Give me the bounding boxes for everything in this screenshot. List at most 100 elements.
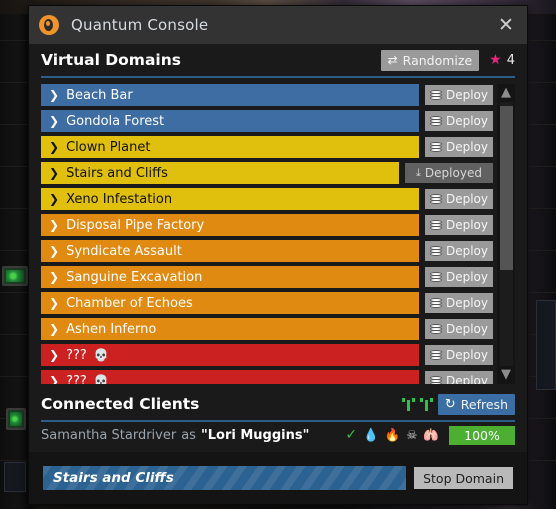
water-drop-icon: 💧	[363, 426, 379, 442]
deploy-button[interactable]: Deploy	[425, 111, 493, 131]
coin-stack-icon	[429, 115, 442, 127]
active-domain-footer: Stairs and Cliffs Stop Domain	[29, 452, 527, 504]
domain-name-label: Clown Planet	[66, 139, 151, 155]
deployed-status-button: ⤓ Deployed	[405, 163, 493, 183]
domain-name-label: Chamber of Echoes	[66, 295, 193, 311]
coin-stack-icon	[429, 245, 442, 257]
domain-name-button[interactable]: ❯ Sanguine Excavation	[41, 266, 419, 288]
connected-clients-title: Connected Clients	[41, 395, 200, 413]
domain-name-label: Sanguine Excavation	[66, 269, 203, 285]
scrollbar-track[interactable]	[499, 102, 513, 366]
flame-icon: 🔥	[384, 426, 401, 442]
antenna-icon	[419, 397, 433, 411]
refresh-button[interactable]: ↻ Refresh	[437, 393, 515, 415]
close-icon[interactable]: ✕	[491, 10, 521, 40]
domain-row: ❯ Syndicate Assault Deploy	[41, 240, 493, 262]
domain-row: ❯ Clown Planet Deploy	[41, 136, 493, 158]
domain-name-button[interactable]: ❯ Disposal Pipe Factory	[41, 214, 419, 236]
chevron-right-icon: ❯	[49, 114, 60, 128]
refresh-label: Refresh	[460, 396, 508, 412]
domain-name-button[interactable]: ❯??? 💀	[41, 344, 419, 366]
domain-row: ❯ Chamber of Echoes Deploy	[41, 292, 493, 314]
deploy-button-label: Deploy	[445, 296, 489, 310]
domain-list: ❯ Beach Bar Deploy ❯ Gondola Forest Deploy ❯ Cl…	[41, 84, 493, 384]
star-count: 4	[506, 52, 515, 68]
deploy-button-label: Deploy	[445, 270, 489, 284]
domain-name-button[interactable]: ❯ Stairs and Cliffs	[41, 162, 399, 184]
randomize-label: Randomize	[402, 52, 473, 68]
window-title-bar: Quantum Console ✕	[29, 6, 527, 44]
antenna-icon	[401, 397, 415, 411]
chevron-right-icon: ❯	[49, 296, 60, 310]
deploy-button-label: Deploy	[445, 374, 489, 384]
domain-list-scrollbar[interactable]: ▲ ▼	[497, 84, 515, 384]
domain-row: ❯??? 💀 Deploy	[41, 344, 493, 366]
domain-row: ❯ Ashen Inferno Deploy	[41, 318, 493, 340]
chevron-right-icon: ❯	[49, 244, 60, 258]
quantum-console-window: Quantum Console ✕ Virtual Domains ⇄ Rand…	[28, 5, 528, 505]
virtual-domains-header: Virtual Domains ⇄ Randomize ★ 4	[41, 44, 515, 78]
client-alias: "Lori Muggins"	[200, 427, 310, 443]
domain-name-label: Syndicate Assault	[66, 243, 182, 259]
shuffle-icon: ⇄	[387, 53, 398, 67]
download-icon: ⤓	[416, 166, 421, 179]
deploy-button[interactable]: Deploy	[425, 137, 493, 157]
deploy-button[interactable]: Deploy	[425, 319, 493, 339]
virtual-domains-title: Virtual Domains	[41, 51, 181, 69]
domain-name-button[interactable]: ❯ Clown Planet	[41, 136, 419, 158]
bones-icon: ☠	[406, 426, 418, 442]
deploy-button[interactable]: Deploy	[425, 189, 493, 209]
domain-name-label: Disposal Pipe Factory	[66, 217, 205, 233]
deploy-button[interactable]: Deploy	[425, 267, 493, 287]
window-title: Quantum Console	[71, 16, 209, 34]
background-monitor-icon	[6, 408, 26, 430]
domain-name-button[interactable]: ❯ Gondola Forest	[41, 110, 419, 132]
deploy-button[interactable]: Deploy	[425, 85, 493, 105]
client-list-item[interactable]: Samantha Stardriver as "Lori Muggins" ✓ …	[41, 422, 515, 448]
client-status-icons: ✓ 💧 🔥 ☠ 🫁 100%	[345, 425, 515, 445]
domain-name-label: Stairs and Cliffs	[66, 165, 168, 181]
chevron-right-icon: ❯	[49, 374, 60, 384]
chevron-right-icon: ❯	[49, 140, 60, 154]
chevron-right-icon: ❯	[49, 348, 60, 362]
scrollbar-thumb[interactable]	[499, 106, 513, 270]
domain-row: ❯ Xeno Infestation Deploy	[41, 188, 493, 210]
domain-name-button[interactable]: ❯??? 💀	[41, 370, 419, 384]
chevron-down-icon[interactable]: ▼	[497, 366, 515, 384]
skull-icon: 💀	[93, 374, 109, 384]
domain-row: ❯ Beach Bar Deploy	[41, 84, 493, 106]
stop-domain-button[interactable]: Stop Domain	[414, 467, 513, 489]
background-panel	[536, 300, 556, 390]
randomize-button[interactable]: ⇄ Randomize	[380, 49, 480, 71]
domain-row: ❯ Disposal Pipe Factory Deploy	[41, 214, 493, 236]
coin-stack-icon	[429, 141, 442, 153]
deploy-button[interactable]: Deploy	[425, 215, 493, 235]
deploy-button-label: Deploy	[445, 244, 489, 258]
chevron-right-icon: ❯	[49, 166, 60, 180]
domain-name-button[interactable]: ❯ Syndicate Assault	[41, 240, 419, 262]
domain-name-button[interactable]: ❯ Xeno Infestation	[41, 188, 419, 210]
chevron-right-icon: ❯	[49, 270, 60, 284]
deploy-button[interactable]: Deploy	[425, 293, 493, 313]
deploy-button-label: Deploy	[445, 140, 489, 154]
deploy-button-label: Deploy	[445, 88, 489, 102]
domain-list-wrap: ❯ Beach Bar Deploy ❯ Gondola Forest Deploy ❯ Cl…	[41, 78, 515, 386]
check-icon: ✓	[345, 427, 358, 443]
domain-name-button[interactable]: ❯ Ashen Inferno	[41, 318, 419, 340]
domain-name-button[interactable]: ❯ Beach Bar	[41, 84, 419, 106]
deploy-button-label: Deployed	[424, 166, 482, 180]
deploy-button[interactable]: Deploy	[425, 241, 493, 261]
background-monitor-icon	[2, 266, 28, 286]
domain-name-button[interactable]: ❯ Chamber of Echoes	[41, 292, 419, 314]
chevron-up-icon[interactable]: ▲	[497, 84, 515, 102]
chevron-right-icon: ❯	[49, 192, 60, 206]
coin-stack-icon	[429, 219, 442, 231]
client-health-bar: 100%	[449, 425, 515, 445]
lungs-icon: 🫁	[423, 426, 439, 442]
chevron-right-icon: ❯	[49, 322, 60, 336]
deploy-button[interactable]: Deploy	[425, 371, 493, 384]
star-icon: ★	[489, 52, 502, 68]
deploy-button[interactable]: Deploy	[425, 345, 493, 365]
refresh-icon: ↻	[444, 396, 456, 412]
deploy-button-label: Deploy	[445, 322, 489, 336]
